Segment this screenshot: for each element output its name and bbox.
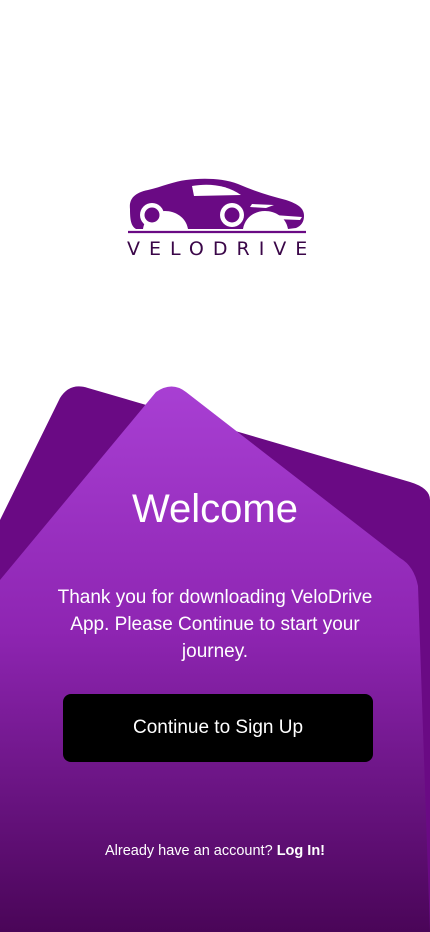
login-prompt-text: Already have an account? (104, 843, 273, 859)
welcome-content: Welcome Thank you for downloading VeloDr… (0, 0, 430, 932)
login-prompt-row: Already have an account? Log In! (0, 840, 430, 862)
login-link[interactable]: Log In! (277, 843, 325, 859)
continue-signup-button[interactable]: Continue to Sign Up (63, 694, 373, 762)
welcome-message: Thank you for downloading VeloDrive App.… (57, 587, 373, 662)
welcome-screen: VELODRIVE Welcome Thank you for download… (0, 0, 430, 932)
welcome-title: Welcome (132, 487, 298, 531)
